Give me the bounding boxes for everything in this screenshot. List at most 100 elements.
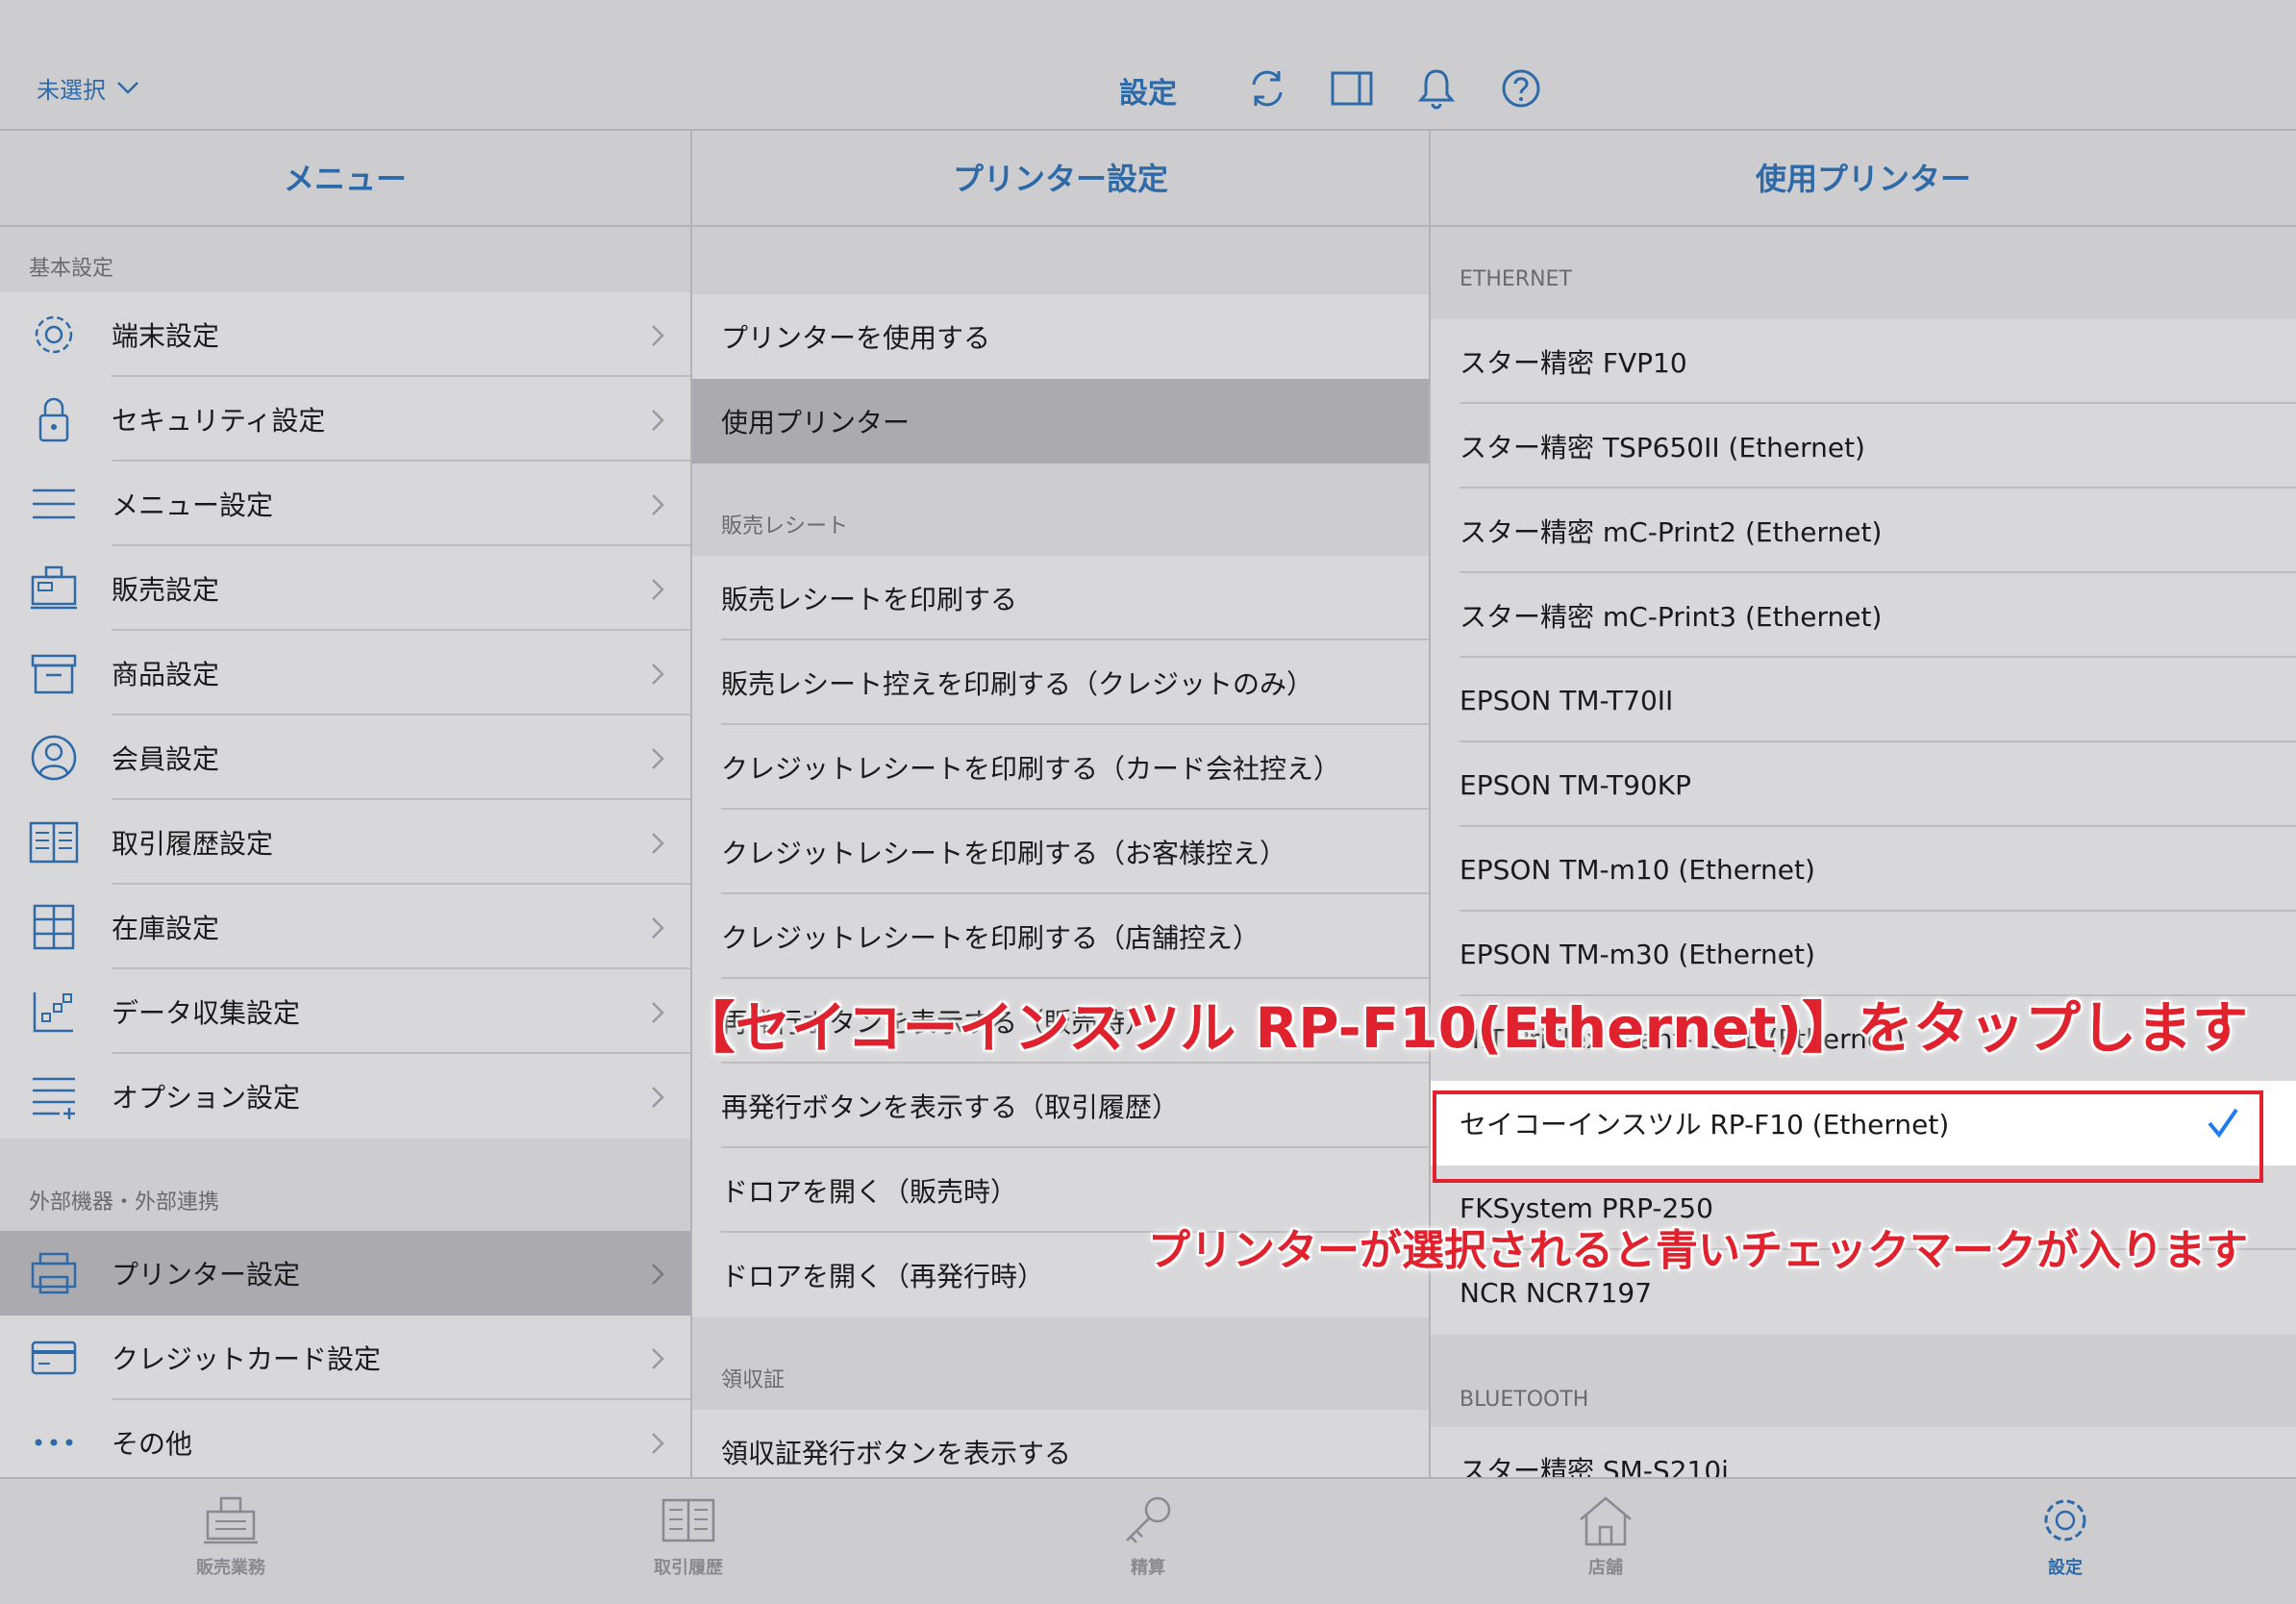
chevron-right-icon: [650, 1431, 665, 1456]
menu-column: メニュー 基本設定 端末設定 セキュリティ設定 メニュー設定 販売設定 商品設定…: [0, 131, 692, 1477]
menu-item-history[interactable]: 取引履歴設定: [0, 800, 690, 885]
credit-card-icon: [27, 1333, 81, 1383]
setting-row[interactable]: 販売レシートを印刷する: [692, 556, 1429, 640]
tab-store[interactable]: 店舗: [1529, 1492, 1683, 1579]
menu-item-credit-card[interactable]: クレジットカード設定: [0, 1316, 690, 1400]
setting-label: 販売レシートを印刷する: [721, 584, 1018, 615]
setting-row[interactable]: 領収証発行ボタンを表示する: [692, 1410, 1429, 1477]
printer-row[interactable]: EPSON TM-T90KP: [1431, 742, 2296, 827]
tab-bar: 販売業務 取引履歴 精算 店舗 設定: [0, 1477, 2296, 1604]
gear-icon: [2034, 1492, 2096, 1548]
list-icon: [27, 479, 81, 529]
menu-item-label: プリンター設定: [112, 1259, 301, 1291]
highlight-box: [1433, 1090, 2263, 1183]
list-add-icon: [27, 1071, 81, 1121]
setting-row[interactable]: 販売レシート控えを印刷する（クレジットのみ）: [692, 640, 1429, 725]
setting-label: ドロアを開く（販売時）: [721, 1176, 1018, 1208]
setting-row[interactable]: クレジットレシートを印刷する（カード会社控え）: [692, 725, 1429, 810]
menu-item-other[interactable]: その他: [0, 1400, 690, 1477]
setting-row[interactable]: クレジットレシートを印刷する（店舗控え）: [692, 894, 1429, 979]
setting-label: クレジットレシートを印刷する（カード会社控え）: [721, 753, 1341, 785]
top-bar: 未選択 設定: [0, 0, 2296, 131]
cabinet-icon: [27, 902, 81, 952]
box-icon: [27, 648, 81, 698]
tab-label: 取引履歴: [654, 1558, 723, 1578]
tab-label: 精算: [1131, 1558, 1165, 1578]
selected-printer-row[interactable]: 使用プリンター: [692, 379, 1429, 464]
refresh-icon[interactable]: [1244, 65, 1290, 112]
menu-item-label: 取引履歴設定: [112, 828, 274, 860]
split-view-icon[interactable]: [1329, 65, 1375, 112]
tab-settings[interactable]: 設定: [1988, 1492, 2142, 1579]
tab-sales[interactable]: 販売業務: [154, 1492, 308, 1579]
menu-item-stock[interactable]: 在庫設定: [0, 885, 690, 969]
home-icon: [1575, 1492, 1636, 1548]
printer-row[interactable]: スター精密 mC-Print3 (Ethernet): [1431, 573, 2296, 658]
chevron-right-icon: [650, 662, 665, 687]
printer-settings-header: プリンター設定: [692, 131, 1429, 227]
setting-label: 販売レシート控えを印刷する（クレジットのみ）: [721, 668, 1314, 700]
menu-item-sales[interactable]: 販売設定: [0, 546, 690, 631]
setting-row[interactable]: 再発行ボタンを表示する（取引履歴）: [692, 1064, 1429, 1148]
use-printer-row[interactable]: プリンターを使用する: [692, 294, 1429, 379]
menu-item-terminal[interactable]: 端末設定: [0, 292, 690, 377]
menu-item-data[interactable]: データ収集設定: [0, 969, 690, 1054]
register-icon: [200, 1492, 262, 1548]
printer-label: EPSON TM-T90KP: [1460, 768, 1692, 801]
printer-row[interactable]: EPSON TM-T70II: [1431, 658, 2296, 742]
menu-item-label: セキュリティ設定: [112, 405, 326, 437]
chevron-right-icon: [650, 492, 665, 517]
book-icon: [658, 1492, 719, 1548]
menu-item-label: 在庫設定: [112, 913, 220, 944]
printer-label: EPSON TM-m10 (Ethernet): [1460, 853, 1815, 886]
printer-row[interactable]: スター精密 TSP650II (Ethernet): [1431, 404, 2296, 489]
setting-label: ドロアを開く（再発行時）: [721, 1261, 1045, 1292]
menu-item-label: データ収集設定: [112, 997, 301, 1029]
menu-item-label: その他: [112, 1428, 193, 1460]
tab-label: 店舗: [1588, 1558, 1623, 1578]
register-icon: [27, 564, 81, 614]
section-basic-label: 基本設定: [29, 257, 114, 281]
chevron-right-icon: [650, 1262, 665, 1287]
menu-item-product[interactable]: 商品設定: [0, 631, 690, 715]
bell-icon[interactable]: [1413, 65, 1460, 112]
page-title: 設定: [1119, 77, 1177, 111]
menu-item-label: メニュー設定: [112, 489, 274, 521]
check-note-annotation: プリンターが選択されると青いチェックマークが入ります: [1148, 1226, 2248, 1275]
section-external-label: 外部機器・外部連携: [29, 1190, 220, 1215]
printer-row[interactable]: スター精密 FVP10: [1431, 319, 2296, 404]
section-bluetooth-label: BLUETOOTH: [1460, 1388, 1589, 1412]
printer-label: EPSON TM-m30 (Ethernet): [1460, 938, 1815, 970]
printer-row[interactable]: スター精密 SM-S210i: [1431, 1427, 2296, 1477]
key-icon: [1117, 1492, 1179, 1548]
printer-row[interactable]: スター精密 mC-Print2 (Ethernet): [1431, 489, 2296, 573]
chevron-right-icon: [650, 746, 665, 771]
lock-icon: [27, 394, 81, 444]
chevron-right-icon: [650, 1346, 665, 1371]
menu-item-label: クレジットカード設定: [112, 1343, 382, 1375]
menu-item-label: 商品設定: [112, 659, 220, 690]
setting-label: クレジットレシートを印刷する（お客様控え）: [721, 838, 1287, 869]
menu-item-menu[interactable]: メニュー設定: [0, 462, 690, 546]
chevron-right-icon: [650, 1085, 665, 1110]
menu-item-option[interactable]: オプション設定: [0, 1054, 690, 1139]
chevron-right-icon: [650, 323, 665, 348]
tab-history[interactable]: 取引履歴: [611, 1492, 765, 1579]
setting-row[interactable]: クレジットレシートを印刷する（お客様控え）: [692, 810, 1429, 894]
menu-item-label: 会員設定: [112, 743, 220, 775]
section-receipt-label: 販売レシート: [721, 514, 849, 539]
printer-row[interactable]: EPSON TM-m10 (Ethernet): [1431, 827, 2296, 912]
menu-item-printer[interactable]: プリンター設定: [0, 1231, 690, 1316]
help-icon[interactable]: [1498, 65, 1544, 112]
menu-item-security[interactable]: セキュリティ設定: [0, 377, 690, 462]
tab-settlement[interactable]: 精算: [1071, 1492, 1225, 1579]
more-icon: [27, 1417, 81, 1467]
tab-label: 販売業務: [196, 1558, 265, 1578]
tab-label: 設定: [2048, 1558, 2083, 1578]
book-icon: [27, 817, 81, 867]
printer-label: スター精密 mC-Print2 (Ethernet): [1460, 516, 1883, 548]
setting-label: 使用プリンター: [721, 407, 911, 439]
data-icon: [27, 987, 81, 1037]
person-icon: [27, 733, 81, 783]
menu-item-member[interactable]: 会員設定: [0, 715, 690, 800]
